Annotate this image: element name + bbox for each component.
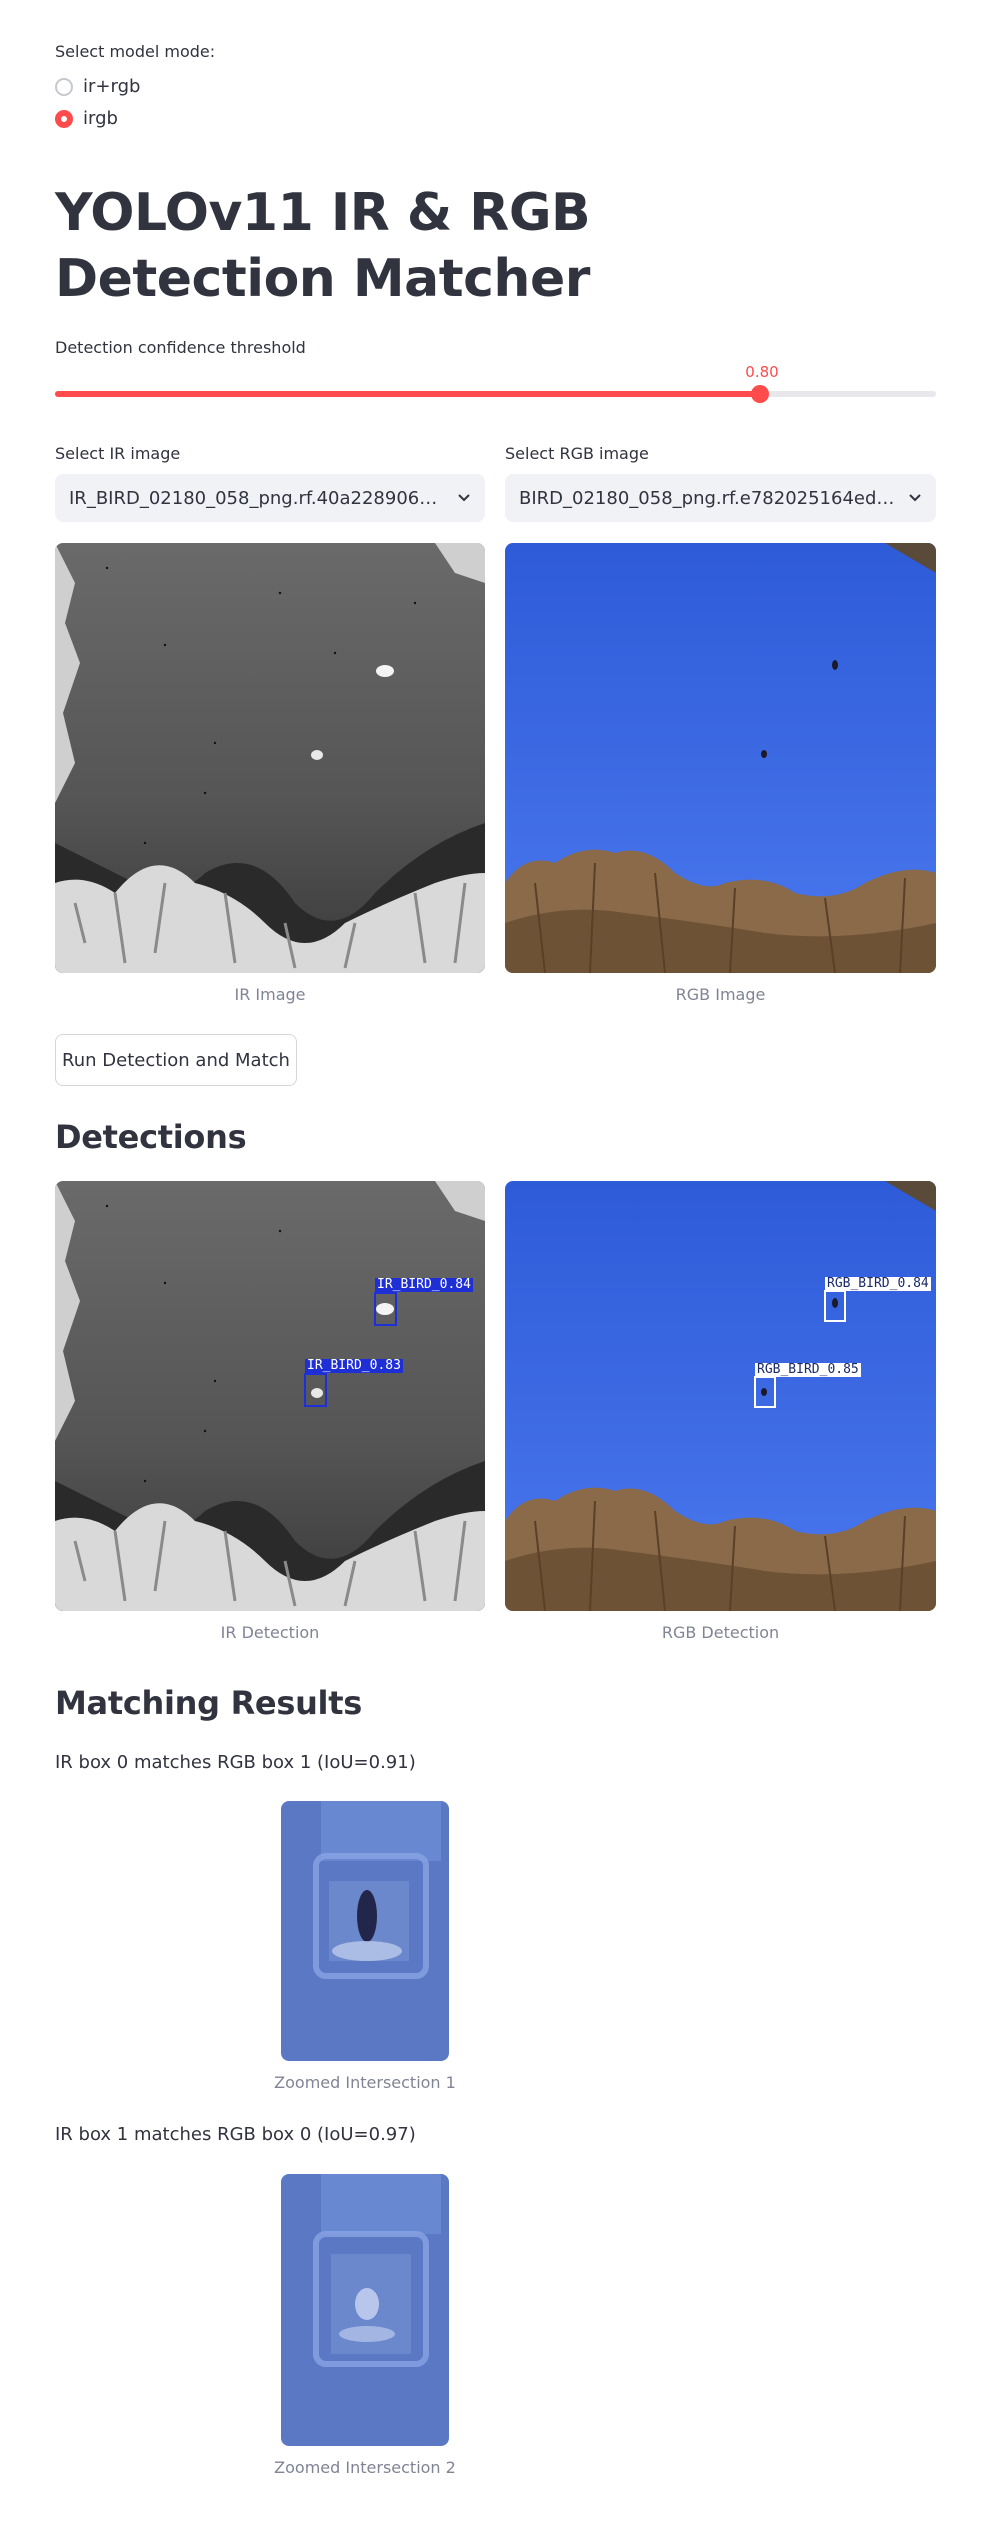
match-result-2: IR box 1 matches RGB box 0 (IoU=0.97) <box>55 2124 416 2145</box>
slider-thumb[interactable] <box>750 385 769 403</box>
radio-checked-icon[interactable] <box>55 109 73 128</box>
radio-irgb[interactable]: irgb <box>55 108 118 129</box>
radio-ir-rgb[interactable]: ir+rgb <box>55 76 140 97</box>
slider-fill <box>55 391 760 397</box>
ir-bbox-label-0: IR_BIRD_0.84 <box>375 1277 473 1292</box>
rgb-select-value: BIRD_02180_058_png.rf.e782025164edb... <box>519 487 896 509</box>
rgb-select-label: Select RGB image <box>505 444 649 463</box>
ir-select-label: Select IR image <box>55 444 181 463</box>
rgb-bbox-label-1: RGB_BIRD_0.85 <box>755 1362 861 1377</box>
zoomed-caption-2: Zoomed Intersection 2 <box>274 2458 456 2477</box>
zoomed-intersection-1 <box>281 1801 449 2061</box>
mode-label: Select model mode: <box>55 42 216 61</box>
rgb-bbox-label-0: RGB_BIRD_0.84 <box>825 1276 931 1291</box>
ir-detection-image: IR_BIRD_0.84 IR_BIRD_0.83 <box>55 1181 485 1611</box>
zoomed-caption-1: Zoomed Intersection 1 <box>274 2073 456 2092</box>
slider-track[interactable] <box>55 391 936 397</box>
ir-detection-caption: IR Detection <box>220 1623 320 1642</box>
ir-bbox-label-1: IR_BIRD_0.83 <box>305 1358 403 1373</box>
rgb-detection-image: RGB_BIRD_0.84 RGB_BIRD_0.85 <box>505 1181 936 1611</box>
chevron-down-icon <box>909 494 921 502</box>
threshold-label: Detection confidence threshold <box>55 338 306 357</box>
chevron-down-icon <box>458 494 470 502</box>
rgb-image <box>505 543 936 973</box>
radio-icon[interactable] <box>55 77 73 96</box>
ir-image-caption: IR Image <box>234 985 306 1004</box>
radio-label: ir+rgb <box>83 76 141 97</box>
rgb-image-caption: RGB Image <box>675 985 766 1004</box>
threshold-value: 0.80 <box>745 363 779 381</box>
rgb-detection-caption: RGB Detection <box>661 1623 780 1642</box>
ir-image-select[interactable]: IR_BIRD_02180_058_png.rf.40a2289066... <box>55 474 485 522</box>
rgb-image-select[interactable]: BIRD_02180_058_png.rf.e782025164edb... <box>505 474 936 522</box>
detections-heading: Detections <box>55 1118 247 1156</box>
radio-label: irgb <box>83 108 118 129</box>
run-detection-button[interactable]: Run Detection and Match <box>55 1034 297 1086</box>
page-title: YOLOv11 IR & RGB Detection Matcher <box>55 183 591 309</box>
ir-image <box>55 543 485 973</box>
matching-heading: Matching Results <box>55 1684 362 1722</box>
match-result-1: IR box 0 matches RGB box 1 (IoU=0.91) <box>55 1752 416 1773</box>
ir-select-value: IR_BIRD_02180_058_png.rf.40a2289066... <box>69 487 445 509</box>
zoomed-intersection-2 <box>281 2174 449 2446</box>
